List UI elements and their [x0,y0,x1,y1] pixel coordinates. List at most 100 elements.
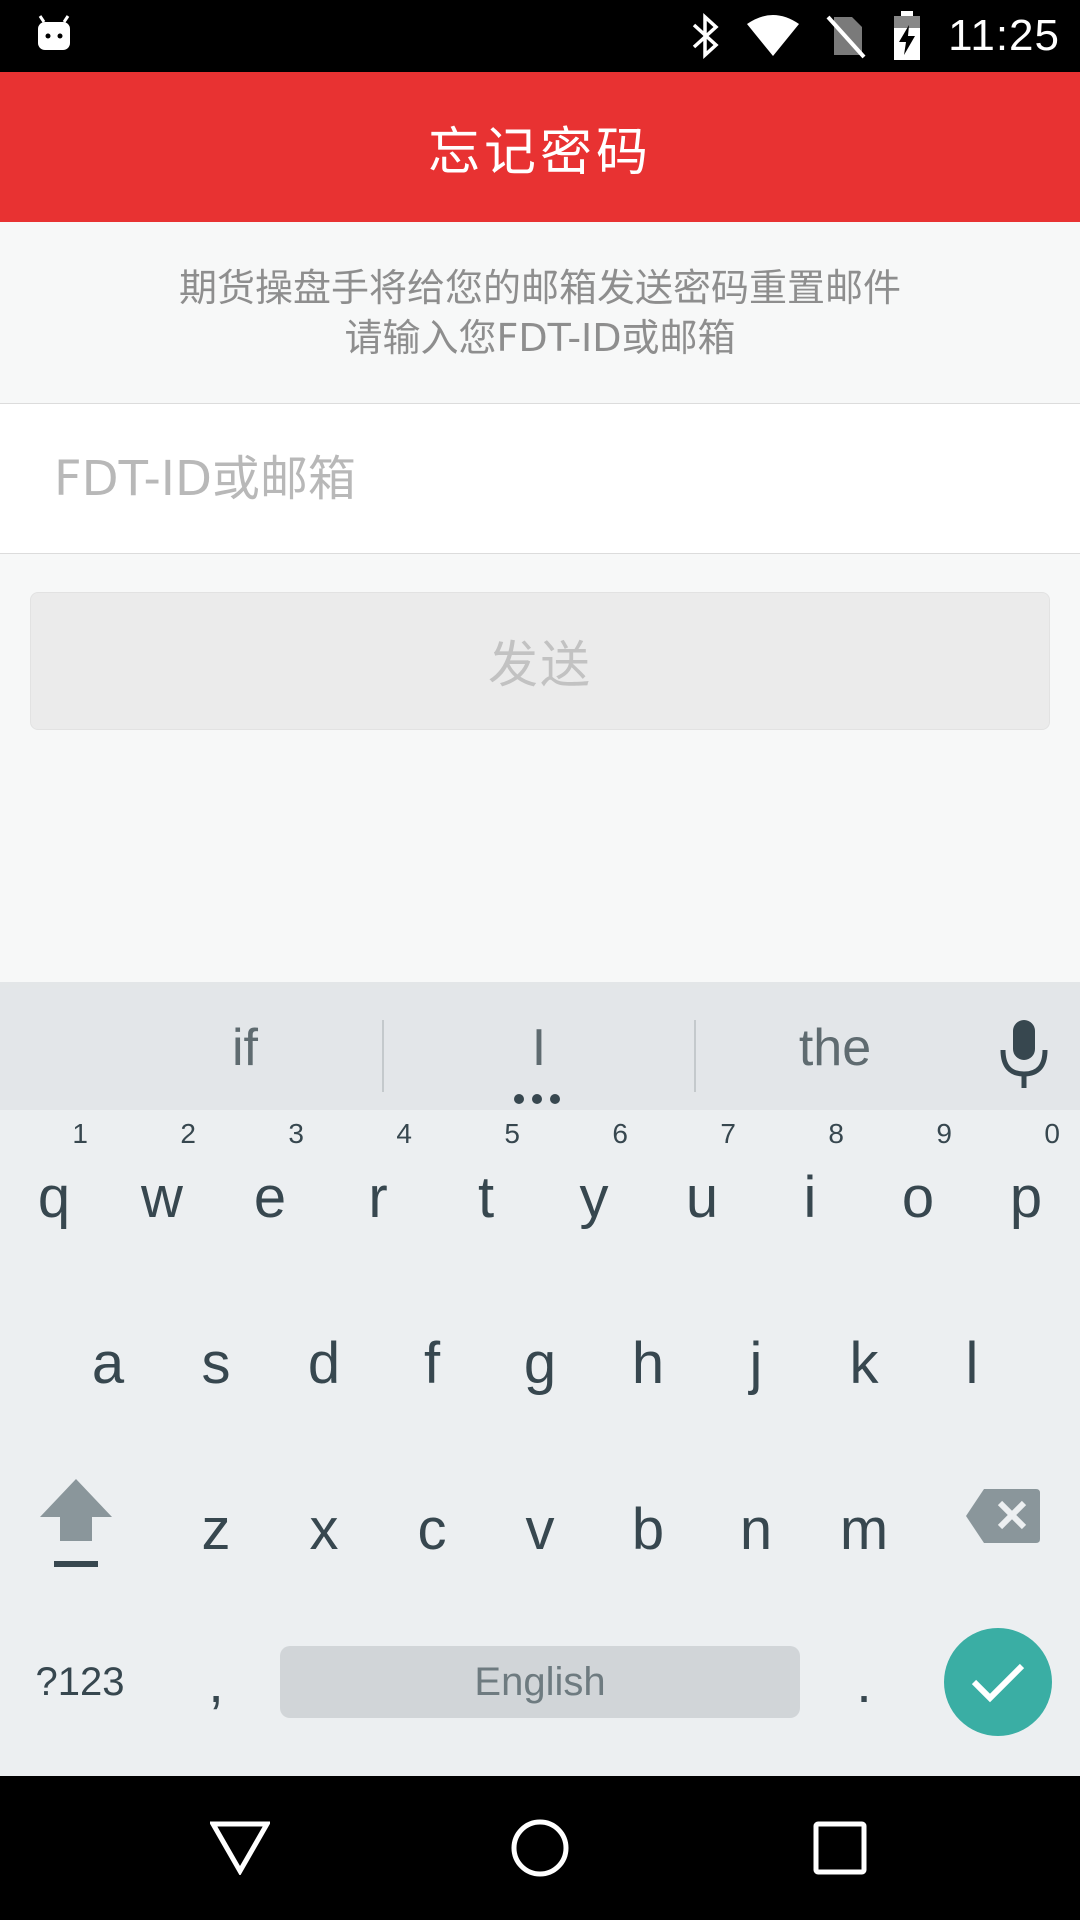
key-u[interactable]: 7u [648,1110,756,1260]
key-g[interactable]: g [486,1276,594,1426]
key-label: k [849,1330,879,1396]
more-suggestions-icon[interactable] [514,1094,560,1104]
key-x[interactable]: x [270,1442,378,1592]
key-label: j [749,1330,763,1396]
space-bar[interactable]: English [280,1646,800,1718]
enter-key[interactable] [944,1628,1052,1736]
checkmark-icon [971,1663,1025,1703]
id-or-email-row [0,404,1080,554]
key-v[interactable]: v [486,1442,594,1592]
key-f[interactable]: f [378,1276,486,1426]
suggestion-divider [694,1020,696,1092]
send-button[interactable]: 发送 [30,592,1050,730]
key-label: b [631,1496,665,1562]
page-title: 忘记密码 [427,122,652,183]
key-label: d [307,1330,341,1396]
suggestion-i[interactable]: I [414,1008,664,1088]
key-c[interactable]: c [378,1442,486,1592]
key-a[interactable]: a [54,1276,162,1426]
info-text-line-2: 请输入您FDT-ID或邮箱 [344,315,736,360]
key-z[interactable]: z [162,1442,270,1592]
key-label: y [579,1164,609,1230]
battery-charging-icon [892,11,922,61]
key-label: m [839,1496,889,1562]
key-h[interactable]: h [594,1276,702,1426]
key-label: h [631,1330,665,1396]
key-label: o [901,1164,935,1230]
backspace-key[interactable] [960,1480,1046,1552]
key-label: r [368,1164,388,1230]
key-label: s [201,1330,231,1396]
id-or-email-input[interactable] [54,432,1034,526]
bluetooth-icon [690,13,720,59]
key-label: e [253,1164,287,1230]
key-hint: 3 [288,1118,304,1149]
key-hint: 5 [504,1118,520,1149]
key-hint: 0 [1044,1118,1060,1149]
backspace-icon [966,1489,1040,1543]
space-bar-label: English [474,1659,606,1704]
key-hint: 4 [396,1118,412,1149]
key-q[interactable]: 1q [0,1110,108,1260]
key-hint: 6 [612,1118,628,1149]
no-sim-icon [826,13,866,59]
key-y[interactable]: 6y [540,1110,648,1260]
key-w[interactable]: 2w [108,1110,216,1260]
key-label: g [523,1330,557,1396]
key-b[interactable]: b [594,1442,702,1592]
key-label: u [685,1164,719,1230]
key-label: z [201,1496,231,1562]
info-text-line-1: 期货操盘手将给您的邮箱发送密码重置邮件 [178,265,901,310]
android-notification-icon [34,14,74,54]
key-hint: 1 [72,1118,88,1149]
key-label: f [423,1330,441,1396]
key-hint: 2 [180,1118,196,1149]
key-label: n [739,1496,773,1562]
key-label: i [803,1164,817,1230]
back-icon[interactable] [204,1812,276,1884]
key-r[interactable]: 4r [324,1110,432,1260]
send-button-label: 发送 [488,636,592,694]
key-j[interactable]: j [702,1276,810,1426]
key-k[interactable]: k [810,1276,918,1426]
key-n[interactable]: n [702,1442,810,1592]
wifi-icon [746,14,800,58]
key-d[interactable]: d [270,1276,378,1426]
suggestion-strip: if I the [0,988,1080,1110]
key-t[interactable]: 5t [432,1110,540,1260]
key-label: p [1009,1164,1043,1230]
key-l[interactable]: l [918,1276,1026,1426]
key-p[interactable]: 0p [972,1110,1080,1260]
navigation-bar [0,1776,1080,1920]
key-o[interactable]: 9o [864,1110,972,1260]
shift-icon [40,1479,112,1567]
key-label: v [525,1496,555,1562]
app-bar: 忘记密码 [0,72,1080,222]
suggestion-the[interactable]: the [710,1008,960,1088]
key-hint: 9 [936,1118,952,1149]
key-label: l [965,1330,979,1396]
status-time: 11:25 [948,11,1060,60]
microphone-icon[interactable] [996,1018,1052,1090]
key-s[interactable]: s [162,1276,270,1426]
comma-key[interactable]: , [176,1644,256,1720]
symbols-key[interactable]: ?123 [20,1644,140,1720]
suggestion-if[interactable]: if [120,1008,370,1088]
content-area: 期货操盘手将给您的邮箱发送密码重置邮件 请输入您FDT-ID或邮箱 发送 [0,222,1080,982]
recents-icon[interactable] [804,1812,876,1884]
key-m[interactable]: m [810,1442,918,1592]
key-label: t [477,1164,495,1230]
status-bar: 11:25 [0,0,1080,72]
home-icon[interactable] [504,1812,576,1884]
info-panel: 期货操盘手将给您的邮箱发送密码重置邮件 请输入您FDT-ID或邮箱 [0,222,1080,404]
key-hint: 8 [828,1118,844,1149]
key-i[interactable]: 8i [756,1110,864,1260]
period-key[interactable]: . [822,1644,906,1720]
key-e[interactable]: 3e [216,1110,324,1260]
key-label: x [309,1496,339,1562]
key-label: c [417,1496,447,1562]
key-label: w [141,1164,183,1230]
shift-key[interactable] [30,1470,122,1580]
key-label: a [91,1330,125,1396]
suggestion-divider [382,1020,384,1092]
